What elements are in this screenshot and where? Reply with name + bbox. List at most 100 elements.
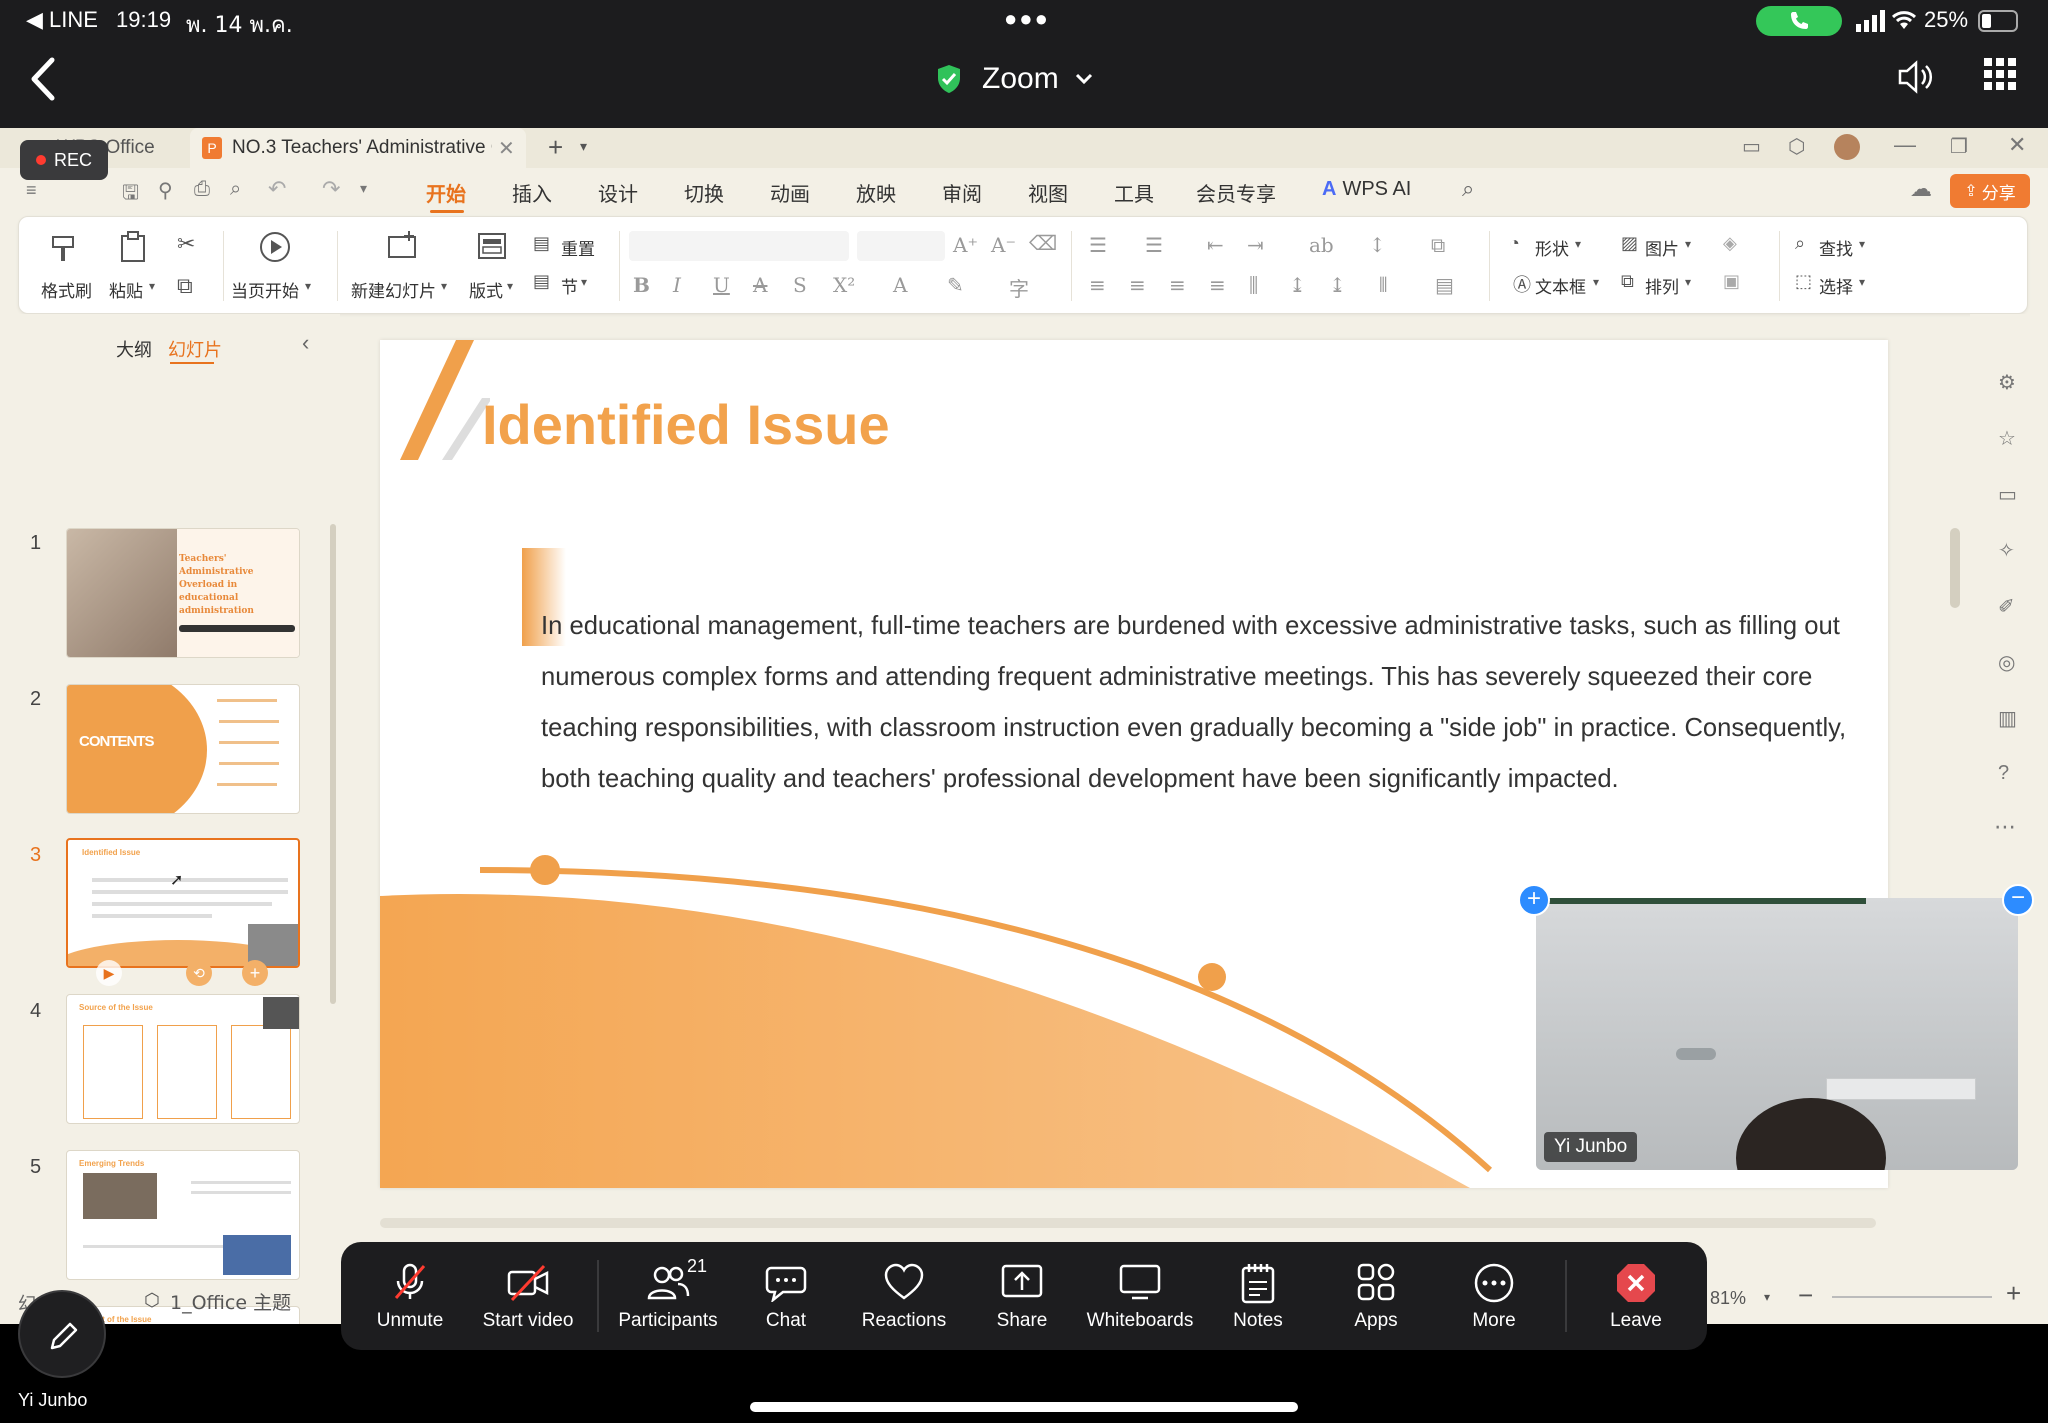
paste-dropdown-icon[interactable]: ▾ [149, 279, 155, 293]
distribute-icon[interactable]: ⫼ [1249, 273, 1258, 297]
menu-review[interactable]: 审阅 [942, 178, 982, 207]
outline-icon[interactable]: ▣ [1723, 271, 1740, 292]
find-icon[interactable]: ⌕ [1795, 233, 1805, 254]
text-direction-icon[interactable]: ↕ [1369, 233, 1386, 257]
chat-button[interactable]: Chat [731, 1242, 841, 1350]
participants-button[interactable]: 21 Participants [613, 1242, 723, 1350]
shape-icon[interactable]: ◔ [1509, 233, 1520, 254]
section-icon[interactable]: ▤ [533, 271, 550, 292]
new-slide-dropdown-icon[interactable]: ▾ [441, 279, 447, 293]
expand-video-icon[interactable]: + [1518, 884, 1550, 916]
decrease-font-icon[interactable]: A⁻ [991, 233, 1016, 257]
zoom-slider[interactable] [1832, 1296, 1992, 1298]
shape-dropdown-icon[interactable]: ▾ [1575, 237, 1581, 251]
save-icon[interactable]: 🖫 [122, 178, 139, 212]
select-icon[interactable]: ⬚ [1795, 271, 1812, 292]
tab-presentation-file[interactable]: P NO.3 Teachers' Administrative O ✕ [190, 128, 526, 168]
paragraph-spacing-icon[interactable]: ↨ [1329, 273, 1346, 297]
print-preview-icon[interactable]: ⌕ [230, 178, 241, 201]
close-tab-icon[interactable]: ✕ [498, 136, 515, 161]
italic-icon[interactable]: I [673, 273, 681, 297]
menu-animations[interactable]: 动画 [770, 178, 810, 207]
line-spacing-icon[interactable]: ↨ [1289, 273, 1306, 297]
play-from-current-label[interactable]: 当页开始 [231, 277, 299, 302]
section-label[interactable]: 节 [561, 273, 578, 298]
menu-wps-ai[interactable]: A WPS AI [1322, 178, 1411, 201]
strikethrough-icon[interactable]: A [753, 273, 767, 297]
format-painter-label[interactable]: 格式刷 [41, 277, 92, 302]
annotate-button[interactable] [18, 1290, 106, 1378]
comment-icon[interactable]: ▭ [1998, 482, 2017, 507]
select-dropdown-icon[interactable]: ▾ [1859, 275, 1865, 289]
property-icon[interactable]: ⚙ [1998, 370, 2016, 395]
search-icon[interactable]: ⌕ [1462, 176, 1474, 202]
leave-button[interactable]: Leave [1581, 1242, 1691, 1350]
undo-icon[interactable]: ↶ [268, 176, 286, 202]
bullets-icon[interactable]: ☰ [1089, 233, 1107, 257]
reactions-button[interactable]: Reactions [849, 1242, 959, 1350]
align-right-icon[interactable]: ≡ [1169, 273, 1186, 297]
fill-icon[interactable]: ◈ [1723, 233, 1737, 254]
tools-icon[interactable]: ✧ [1998, 538, 2015, 563]
shadow-icon[interactable]: S [793, 273, 807, 297]
format-painter-icon[interactable] [49, 233, 79, 263]
justify-icon[interactable]: ≡ [1209, 273, 1226, 297]
arrange-label[interactable]: 排列 [1645, 273, 1679, 298]
menu-slideshow[interactable]: 放映 [856, 178, 896, 207]
find-label[interactable]: 查找 [1819, 235, 1853, 260]
unmute-button[interactable]: Unmute [355, 1242, 465, 1350]
whiteboards-button[interactable]: Whiteboards [1085, 1242, 1195, 1350]
output-icon[interactable]: ⚲ [158, 178, 173, 203]
play-slide-icon[interactable]: ▶ [96, 960, 122, 986]
reset-label[interactable]: 重置 [561, 235, 595, 260]
reset-icon[interactable]: ▤ [533, 233, 550, 254]
align-left-icon[interactable]: ≡ [1089, 273, 1106, 297]
menu-home[interactable]: 开始 [426, 178, 466, 207]
align-center-icon[interactable]: ≡ [1129, 273, 1146, 297]
slide-thumbnail-3-selected[interactable]: Identified Issue ➚ [66, 838, 300, 968]
underline-icon[interactable]: U [713, 273, 730, 297]
share-screen-button[interactable]: Share [967, 1242, 1077, 1350]
layout-label[interactable]: 版式 [469, 277, 503, 302]
numbering-icon[interactable]: ☰ [1145, 233, 1163, 257]
increase-indent-icon[interactable]: ⇥ [1247, 233, 1264, 257]
collapse-pane-icon[interactable]: ‹ [302, 330, 309, 356]
arrange-icon[interactable]: ⧉ [1621, 271, 1634, 292]
character-spacing-icon[interactable]: 字 [1009, 273, 1029, 302]
superscript-icon[interactable]: X² [833, 273, 855, 297]
share-button[interactable]: ⇪ 分享 [1950, 174, 2030, 208]
layout-icon[interactable]: ▭ [1742, 134, 1761, 159]
copy-icon[interactable]: ⧉ [177, 273, 193, 299]
add-slide-after-icon[interactable]: + [242, 960, 268, 986]
paste-label[interactable]: 粘贴 [109, 277, 143, 302]
zoom-in-icon[interactable]: + [2006, 1278, 2021, 1309]
zoom-dropdown-icon[interactable]: ▾ [1764, 1290, 1770, 1304]
zoom-out-icon[interactable]: − [1798, 1280, 1813, 1311]
print-icon[interactable]: ⎙ [194, 178, 210, 201]
star-icon[interactable]: ☆ [1998, 426, 2016, 451]
zoom-level[interactable]: 81% [1710, 1288, 1746, 1309]
minimize-icon[interactable]: — [1894, 132, 1916, 158]
menu-design[interactable]: 设计 [598, 178, 638, 207]
home-indicator[interactable] [750, 1402, 1298, 1412]
increase-font-icon[interactable]: A⁺ [953, 233, 978, 257]
multitask-dots-icon[interactable]: ●●● [1004, 6, 1050, 32]
new-tab-icon[interactable]: + [548, 132, 563, 163]
more-tools-icon[interactable]: ⋯ [1994, 814, 2016, 840]
brush-icon[interactable]: ✐ [1998, 594, 2015, 619]
slide-thumbnail-2[interactable]: CONTENTS [66, 684, 300, 814]
grid-apps-icon[interactable] [1984, 58, 2016, 90]
paste-icon[interactable] [119, 231, 149, 263]
section-dropdown-icon[interactable]: ▾ [581, 275, 587, 289]
menu-member[interactable]: 会员专享 [1196, 178, 1276, 207]
text-align-box-icon[interactable]: ▤ [1435, 273, 1454, 297]
menu-view[interactable]: 视图 [1028, 178, 1068, 207]
tab-list-dropdown-icon[interactable]: ▾ [580, 138, 587, 155]
convert-smartart-icon[interactable]: ⧉ [1431, 233, 1445, 257]
play-dropdown-icon[interactable]: ▾ [305, 279, 311, 293]
textbox-dropdown-icon[interactable]: ▾ [1593, 275, 1599, 289]
menu-transitions[interactable]: 切换 [684, 178, 724, 207]
slide-transition-icon[interactable]: ⟲ [186, 960, 212, 986]
textbox-icon[interactable]: Ⓐ [1513, 271, 1531, 297]
quick-access-dropdown-icon[interactable]: ▾ [360, 180, 367, 197]
